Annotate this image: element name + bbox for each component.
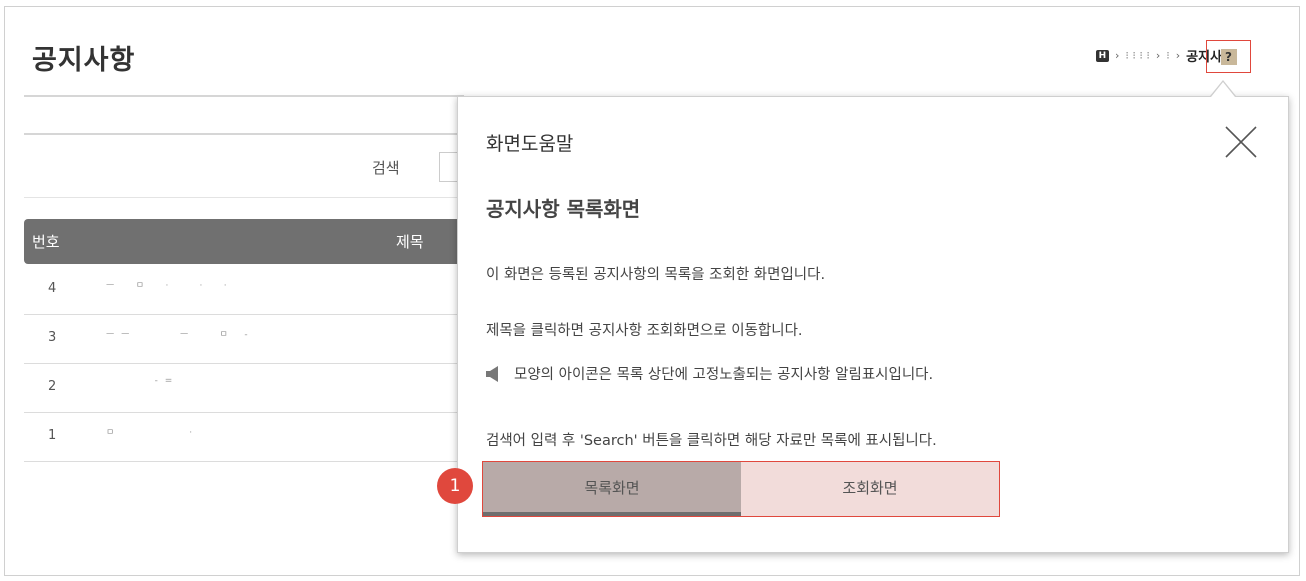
breadcrumb-separator: › [1175, 49, 1181, 62]
popup-tabs: 목록화면 조회화면 [482, 461, 1000, 517]
home-icon[interactable]: H [1095, 49, 1109, 62]
tab-list-screen[interactable]: 목록화면 [483, 462, 741, 516]
column-header-number: 번호 [32, 233, 60, 251]
title-divider [24, 95, 464, 97]
breadcrumb-separator: › [1114, 49, 1120, 62]
help-line-1: 이 화면은 등록된 공지사항의 목록을 조회한 화면입니다. [486, 267, 826, 283]
help-line-4: 검색어 입력 후 'Search' 버튼을 클릭하면 해당 자료만 목록에 표시… [486, 433, 937, 449]
search-label: 검색 [372, 159, 400, 177]
tab-view-screen[interactable]: 조회화면 [741, 462, 999, 516]
help-popup: 화면도움말 공지사항 목록화면 이 화면은 등록된 공지사항의 목록을 조회한 … [457, 96, 1289, 553]
row-number: 2 [48, 379, 57, 394]
help-line-3: 모양의 아이콘은 목록 상단에 고정노출되는 공지사항 알림표시입니다. [514, 367, 934, 383]
table-row[interactable]: 4 ㅡ ㅁ · · · [24, 266, 464, 315]
help-line-2: 제목을 클릭하면 공지사항 조회화면으로 이동합니다. [486, 323, 803, 339]
help-icon: ? [1220, 48, 1237, 65]
row-title[interactable]: ㅡ ㅁ · · · [106, 278, 229, 291]
popup-subtitle: 공지사항 목록화면 [486, 197, 641, 221]
row-title[interactable]: ㅁ · [106, 425, 194, 438]
table-row[interactable]: 3 ㅡ ㅡ ㅡ ㅁ - [24, 315, 464, 364]
breadcrumb-item[interactable]: ⁝ ⁝ ⁝ ⁝ [1125, 49, 1149, 62]
column-header-title: 제목 [396, 233, 424, 251]
row-number: 4 [48, 281, 57, 296]
step-badge: 1 [437, 468, 473, 504]
speaker-icon [486, 366, 498, 382]
row-title[interactable]: - = [106, 376, 174, 386]
row-title[interactable]: ㅡ ㅡ ㅡ ㅁ - [106, 327, 250, 340]
table-row[interactable]: 1 ㅁ · [24, 413, 464, 462]
row-number: 3 [48, 330, 57, 345]
row-number: 1 [48, 428, 57, 443]
breadcrumb-separator: › [1155, 49, 1161, 62]
table-header: 번호 제목 [24, 219, 464, 264]
popup-title: 화면도움말 [486, 133, 574, 155]
popup-arrow-fill [1211, 82, 1235, 97]
page-title: 공지사항 [32, 45, 136, 76]
table-row[interactable]: 2 - = [24, 364, 464, 413]
breadcrumb-item[interactable]: ⁝ [1166, 49, 1170, 62]
search-panel: 검색 [24, 133, 481, 198]
help-button[interactable]: ? [1206, 40, 1251, 73]
close-icon[interactable] [1224, 125, 1258, 159]
